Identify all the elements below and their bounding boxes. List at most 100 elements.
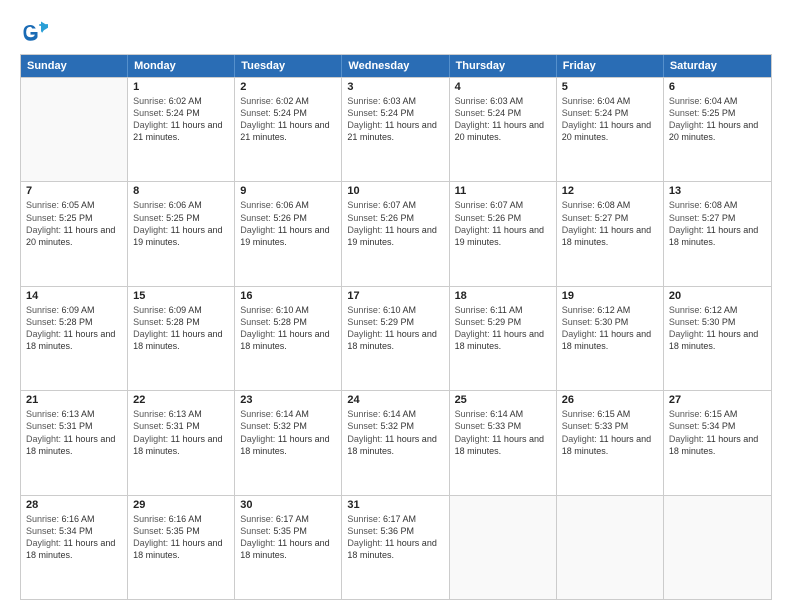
calendar-cell: 29 Sunrise: 6:16 AM Sunset: 5:35 PM Dayl… [128, 496, 235, 599]
day-info: Sunrise: 6:09 AM Sunset: 5:28 PM Dayligh… [133, 304, 229, 353]
day-number: 31 [347, 499, 443, 511]
day-info: Sunrise: 6:06 AM Sunset: 5:25 PM Dayligh… [133, 199, 229, 248]
day-info: Sunrise: 6:11 AM Sunset: 5:29 PM Dayligh… [455, 304, 551, 353]
calendar-cell: 24 Sunrise: 6:14 AM Sunset: 5:32 PM Dayl… [342, 391, 449, 494]
calendar-cell: 17 Sunrise: 6:10 AM Sunset: 5:29 PM Dayl… [342, 287, 449, 390]
day-info: Sunrise: 6:17 AM Sunset: 5:35 PM Dayligh… [240, 513, 336, 562]
day-info: Sunrise: 6:12 AM Sunset: 5:30 PM Dayligh… [669, 304, 766, 353]
day-info: Sunrise: 6:15 AM Sunset: 5:33 PM Dayligh… [562, 408, 658, 457]
day-info: Sunrise: 6:14 AM Sunset: 5:32 PM Dayligh… [347, 408, 443, 457]
day-info: Sunrise: 6:07 AM Sunset: 5:26 PM Dayligh… [347, 199, 443, 248]
day-number: 19 [562, 290, 658, 302]
day-number: 16 [240, 290, 336, 302]
day-info: Sunrise: 6:13 AM Sunset: 5:31 PM Dayligh… [133, 408, 229, 457]
day-number: 13 [669, 185, 766, 197]
header-cell-wednesday: Wednesday [342, 55, 449, 77]
calendar-week-4: 21 Sunrise: 6:13 AM Sunset: 5:31 PM Dayl… [21, 390, 771, 494]
calendar-cell: 28 Sunrise: 6:16 AM Sunset: 5:34 PM Dayl… [21, 496, 128, 599]
day-number: 5 [562, 81, 658, 93]
day-number: 2 [240, 81, 336, 93]
day-info: Sunrise: 6:17 AM Sunset: 5:36 PM Dayligh… [347, 513, 443, 562]
calendar-cell [450, 496, 557, 599]
calendar-cell: 16 Sunrise: 6:10 AM Sunset: 5:28 PM Dayl… [235, 287, 342, 390]
day-number: 11 [455, 185, 551, 197]
calendar-cell: 21 Sunrise: 6:13 AM Sunset: 5:31 PM Dayl… [21, 391, 128, 494]
day-number: 28 [26, 499, 122, 511]
day-number: 8 [133, 185, 229, 197]
calendar-cell: 23 Sunrise: 6:14 AM Sunset: 5:32 PM Dayl… [235, 391, 342, 494]
day-number: 21 [26, 394, 122, 406]
day-info: Sunrise: 6:04 AM Sunset: 5:25 PM Dayligh… [669, 95, 766, 144]
calendar-cell: 19 Sunrise: 6:12 AM Sunset: 5:30 PM Dayl… [557, 287, 664, 390]
day-info: Sunrise: 6:05 AM Sunset: 5:25 PM Dayligh… [26, 199, 122, 248]
header-cell-monday: Monday [128, 55, 235, 77]
calendar-body: 1 Sunrise: 6:02 AM Sunset: 5:24 PM Dayli… [21, 77, 771, 599]
calendar-cell [557, 496, 664, 599]
calendar-cell: 27 Sunrise: 6:15 AM Sunset: 5:34 PM Dayl… [664, 391, 771, 494]
calendar-cell: 13 Sunrise: 6:08 AM Sunset: 5:27 PM Dayl… [664, 182, 771, 285]
day-info: Sunrise: 6:02 AM Sunset: 5:24 PM Dayligh… [133, 95, 229, 144]
calendar-header: SundayMondayTuesdayWednesdayThursdayFrid… [21, 55, 771, 77]
day-number: 3 [347, 81, 443, 93]
day-number: 7 [26, 185, 122, 197]
day-info: Sunrise: 6:04 AM Sunset: 5:24 PM Dayligh… [562, 95, 658, 144]
day-number: 15 [133, 290, 229, 302]
day-number: 23 [240, 394, 336, 406]
day-number: 24 [347, 394, 443, 406]
header-cell-sunday: Sunday [21, 55, 128, 77]
day-number: 26 [562, 394, 658, 406]
day-number: 9 [240, 185, 336, 197]
header-cell-friday: Friday [557, 55, 664, 77]
day-number: 12 [562, 185, 658, 197]
calendar-cell: 1 Sunrise: 6:02 AM Sunset: 5:24 PM Dayli… [128, 78, 235, 181]
day-number: 10 [347, 185, 443, 197]
calendar-cell: 25 Sunrise: 6:14 AM Sunset: 5:33 PM Dayl… [450, 391, 557, 494]
calendar-cell: 6 Sunrise: 6:04 AM Sunset: 5:25 PM Dayli… [664, 78, 771, 181]
day-info: Sunrise: 6:08 AM Sunset: 5:27 PM Dayligh… [562, 199, 658, 248]
logo-icon [20, 18, 48, 46]
day-number: 4 [455, 81, 551, 93]
day-number: 18 [455, 290, 551, 302]
calendar-cell [21, 78, 128, 181]
day-info: Sunrise: 6:02 AM Sunset: 5:24 PM Dayligh… [240, 95, 336, 144]
calendar-cell: 15 Sunrise: 6:09 AM Sunset: 5:28 PM Dayl… [128, 287, 235, 390]
header-cell-tuesday: Tuesday [235, 55, 342, 77]
calendar-cell [664, 496, 771, 599]
day-number: 1 [133, 81, 229, 93]
day-info: Sunrise: 6:07 AM Sunset: 5:26 PM Dayligh… [455, 199, 551, 248]
calendar-cell: 4 Sunrise: 6:03 AM Sunset: 5:24 PM Dayli… [450, 78, 557, 181]
calendar-cell: 7 Sunrise: 6:05 AM Sunset: 5:25 PM Dayli… [21, 182, 128, 285]
day-info: Sunrise: 6:09 AM Sunset: 5:28 PM Dayligh… [26, 304, 122, 353]
calendar-cell: 10 Sunrise: 6:07 AM Sunset: 5:26 PM Dayl… [342, 182, 449, 285]
calendar-cell: 26 Sunrise: 6:15 AM Sunset: 5:33 PM Dayl… [557, 391, 664, 494]
day-info: Sunrise: 6:08 AM Sunset: 5:27 PM Dayligh… [669, 199, 766, 248]
logo [20, 18, 52, 46]
calendar-cell: 3 Sunrise: 6:03 AM Sunset: 5:24 PM Dayli… [342, 78, 449, 181]
calendar-cell: 9 Sunrise: 6:06 AM Sunset: 5:26 PM Dayli… [235, 182, 342, 285]
day-info: Sunrise: 6:03 AM Sunset: 5:24 PM Dayligh… [347, 95, 443, 144]
day-info: Sunrise: 6:10 AM Sunset: 5:29 PM Dayligh… [347, 304, 443, 353]
day-info: Sunrise: 6:16 AM Sunset: 5:35 PM Dayligh… [133, 513, 229, 562]
calendar-week-2: 7 Sunrise: 6:05 AM Sunset: 5:25 PM Dayli… [21, 181, 771, 285]
calendar-week-3: 14 Sunrise: 6:09 AM Sunset: 5:28 PM Dayl… [21, 286, 771, 390]
day-info: Sunrise: 6:10 AM Sunset: 5:28 PM Dayligh… [240, 304, 336, 353]
day-number: 29 [133, 499, 229, 511]
calendar-cell: 20 Sunrise: 6:12 AM Sunset: 5:30 PM Dayl… [664, 287, 771, 390]
day-info: Sunrise: 6:06 AM Sunset: 5:26 PM Dayligh… [240, 199, 336, 248]
calendar-cell: 2 Sunrise: 6:02 AM Sunset: 5:24 PM Dayli… [235, 78, 342, 181]
calendar-cell: 14 Sunrise: 6:09 AM Sunset: 5:28 PM Dayl… [21, 287, 128, 390]
calendar-cell: 8 Sunrise: 6:06 AM Sunset: 5:25 PM Dayli… [128, 182, 235, 285]
header-cell-thursday: Thursday [450, 55, 557, 77]
day-info: Sunrise: 6:13 AM Sunset: 5:31 PM Dayligh… [26, 408, 122, 457]
day-number: 14 [26, 290, 122, 302]
calendar-cell: 12 Sunrise: 6:08 AM Sunset: 5:27 PM Dayl… [557, 182, 664, 285]
day-info: Sunrise: 6:03 AM Sunset: 5:24 PM Dayligh… [455, 95, 551, 144]
day-number: 30 [240, 499, 336, 511]
day-number: 27 [669, 394, 766, 406]
day-number: 20 [669, 290, 766, 302]
calendar-week-5: 28 Sunrise: 6:16 AM Sunset: 5:34 PM Dayl… [21, 495, 771, 599]
calendar-cell: 31 Sunrise: 6:17 AM Sunset: 5:36 PM Dayl… [342, 496, 449, 599]
page: SundayMondayTuesdayWednesdayThursdayFrid… [0, 0, 792, 612]
calendar-cell: 22 Sunrise: 6:13 AM Sunset: 5:31 PM Dayl… [128, 391, 235, 494]
header-cell-saturday: Saturday [664, 55, 771, 77]
